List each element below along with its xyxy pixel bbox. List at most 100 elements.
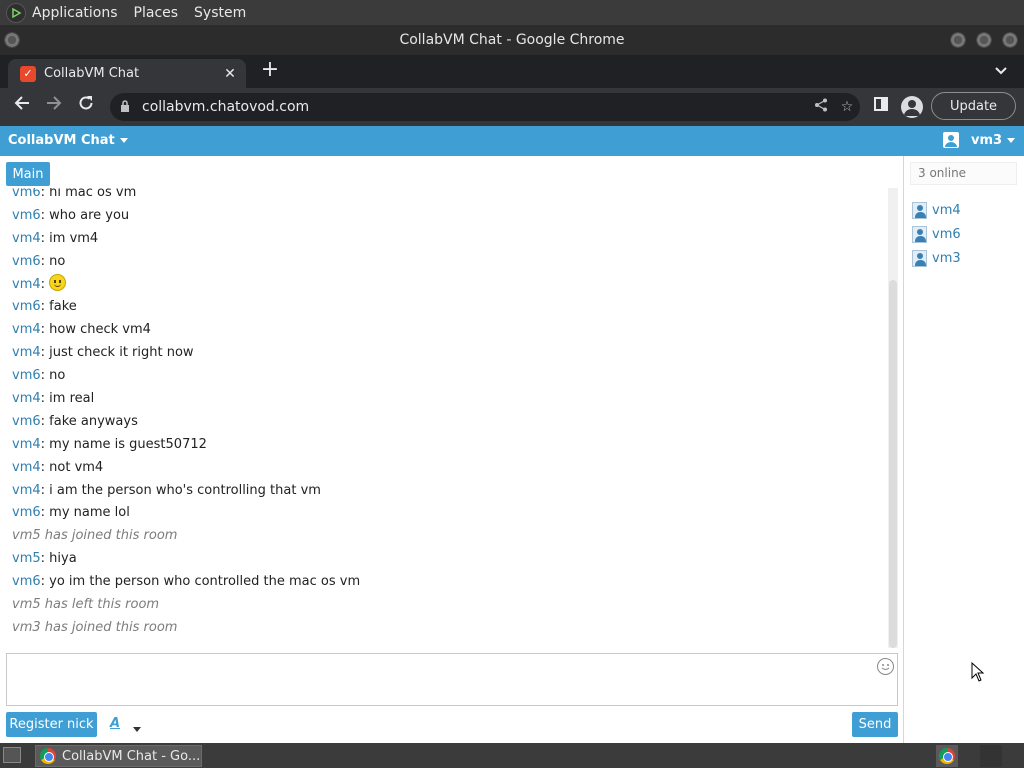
online-count: 3 online bbox=[910, 162, 1017, 185]
back-arrow-icon[interactable] bbox=[9, 94, 35, 120]
tab-main[interactable]: Main bbox=[6, 162, 50, 186]
user-list: vm4 vm6 vm3 bbox=[912, 198, 961, 270]
chevron-down-icon[interactable] bbox=[990, 60, 1012, 82]
reload-icon[interactable] bbox=[73, 94, 99, 120]
message-text: i am the person who's controlling that v… bbox=[49, 482, 321, 498]
message-nick[interactable]: vm6 bbox=[12, 208, 41, 223]
message-scrollbar[interactable] bbox=[888, 188, 898, 648]
message-nick[interactable]: vm4 bbox=[12, 391, 41, 406]
register-nick-button[interactable]: Register nick bbox=[6, 712, 97, 737]
nick-separator: : bbox=[40, 253, 50, 269]
message-nick[interactable]: vm6 bbox=[12, 574, 41, 589]
app-title: CollabVM Chat bbox=[8, 133, 115, 148]
message-nick[interactable]: vm4 bbox=[12, 277, 41, 292]
minimize-button[interactable] bbox=[950, 32, 966, 48]
nick-separator: : bbox=[40, 413, 50, 429]
message-nick[interactable]: vm4 bbox=[12, 231, 41, 246]
star-bookmark-icon[interactable]: ☆ bbox=[834, 99, 860, 115]
profile-avatar-icon[interactable] bbox=[901, 96, 923, 118]
message-row: vm4: im real bbox=[12, 388, 360, 411]
send-button[interactable]: Send bbox=[852, 712, 898, 737]
message-nick[interactable]: vm4 bbox=[12, 437, 41, 452]
message-input[interactable] bbox=[6, 653, 898, 706]
side-panel-icon[interactable] bbox=[868, 94, 894, 120]
user-list-item[interactable]: vm6 bbox=[912, 222, 961, 246]
message-text: how check vm4 bbox=[49, 322, 151, 338]
address-bar[interactable]: collabvm.chatovod.com ☆ bbox=[110, 93, 860, 121]
text-format-button[interactable]: A bbox=[110, 716, 120, 731]
update-button[interactable]: Update bbox=[931, 92, 1016, 120]
close-window-button[interactable] bbox=[1002, 32, 1018, 48]
message-text: hi mac os vm bbox=[49, 188, 137, 200]
user-icon bbox=[943, 132, 959, 148]
chrome-icon bbox=[40, 748, 56, 764]
message-list[interactable]: vm6: hi mac os vm vm6: who are you vm4: im… bbox=[12, 188, 884, 648]
caret-down-icon bbox=[1007, 137, 1016, 143]
message-nick[interactable]: vm6 bbox=[12, 505, 41, 520]
share-icon[interactable] bbox=[808, 98, 834, 116]
message-row: vm6: fake bbox=[12, 296, 360, 319]
url-text: collabvm.chatovod.com bbox=[142, 99, 310, 115]
menu-applications[interactable]: Applications bbox=[32, 5, 118, 21]
menu-system[interactable]: System bbox=[194, 5, 246, 21]
message-row: vm5 has joined this room bbox=[12, 525, 360, 548]
message-nick[interactable]: vm6 bbox=[12, 368, 41, 383]
message-nick[interactable]: vm4 bbox=[12, 483, 41, 498]
browser-tab[interactable]: ✓ CollabVM Chat ✕ bbox=[8, 59, 246, 88]
forward-arrow-icon[interactable] bbox=[41, 94, 67, 120]
message-row: vm4: not vm4 bbox=[12, 457, 360, 480]
message-nick[interactable]: vm4 bbox=[12, 345, 41, 360]
message-text: just check it right now bbox=[49, 345, 194, 361]
user-list-item[interactable]: vm3 bbox=[912, 246, 961, 270]
window-menu-icon[interactable] bbox=[4, 32, 20, 48]
show-desktop-icon[interactable] bbox=[3, 747, 21, 763]
message-row: vm6: no bbox=[12, 251, 360, 274]
smiley-icon[interactable] bbox=[877, 658, 894, 675]
message-nick[interactable]: vm4 bbox=[12, 460, 41, 475]
window-titlebar: CollabVM Chat - Google Chrome bbox=[0, 25, 1024, 55]
gnome-top-panel: Applications Places System bbox=[0, 0, 1024, 25]
sidebar-divider bbox=[903, 156, 904, 743]
message-nick[interactable]: vm6 bbox=[12, 299, 41, 314]
maximize-button[interactable] bbox=[976, 32, 992, 48]
message-nick[interactable]: vm6 bbox=[12, 414, 41, 429]
caret-down-icon[interactable] bbox=[128, 719, 141, 738]
message-nick[interactable]: vm6 bbox=[12, 188, 41, 200]
message-nick[interactable]: vm6 bbox=[12, 254, 41, 269]
tray-chrome-icon[interactable] bbox=[936, 745, 958, 767]
nick-separator: : bbox=[40, 207, 50, 223]
message-text: yo im the person who controlled the mac … bbox=[49, 574, 361, 590]
message-row: vm6: fake anyways bbox=[12, 411, 360, 434]
message-text: fake anyways bbox=[49, 413, 138, 429]
user-avatar-icon bbox=[912, 201, 927, 219]
menu-places[interactable]: Places bbox=[134, 5, 179, 21]
collabvm-logo-icon: ✓ bbox=[20, 65, 36, 82]
user-menu[interactable]: vm3 bbox=[943, 132, 1016, 148]
tab-title: CollabVM Chat bbox=[44, 66, 140, 81]
user-list-item[interactable]: vm4 bbox=[912, 198, 961, 222]
app-title-menu[interactable]: CollabVM Chat bbox=[8, 133, 128, 148]
message-row: vm6: who are you bbox=[12, 205, 360, 228]
gnome-logo-icon[interactable] bbox=[6, 2, 26, 23]
nick-separator: : bbox=[40, 345, 50, 361]
message-row: vm5 has left this room bbox=[12, 594, 360, 617]
message-text: my name lol bbox=[49, 505, 130, 521]
message-nick[interactable]: vm4 bbox=[12, 322, 41, 337]
message-nick[interactable]: vm5 bbox=[12, 551, 41, 566]
message-row: vm4: i am the person who's controlling t… bbox=[12, 480, 360, 503]
lock-icon[interactable] bbox=[120, 99, 130, 115]
app-header: CollabVM Chat vm3 bbox=[0, 126, 1024, 156]
tray-workspace-switcher[interactable] bbox=[980, 745, 1002, 767]
nick-separator: : bbox=[40, 322, 50, 338]
new-tab-button[interactable]: + bbox=[258, 58, 282, 82]
nick-separator: : bbox=[40, 459, 50, 475]
close-tab-icon[interactable]: ✕ bbox=[220, 66, 240, 82]
taskbar-item-chrome[interactable]: CollabVM Chat - Go... bbox=[35, 745, 202, 767]
system-message: vm5 has left this room bbox=[12, 597, 160, 613]
window-title: CollabVM Chat - Google Chrome bbox=[399, 32, 625, 48]
scrollbar-thumb[interactable] bbox=[889, 280, 897, 648]
message-text: not vm4 bbox=[49, 459, 104, 475]
message-row: vm5: hiya bbox=[12, 548, 360, 571]
user-avatar-icon bbox=[912, 225, 927, 243]
browser-toolbar: collabvm.chatovod.com ☆ Update bbox=[0, 88, 1024, 126]
